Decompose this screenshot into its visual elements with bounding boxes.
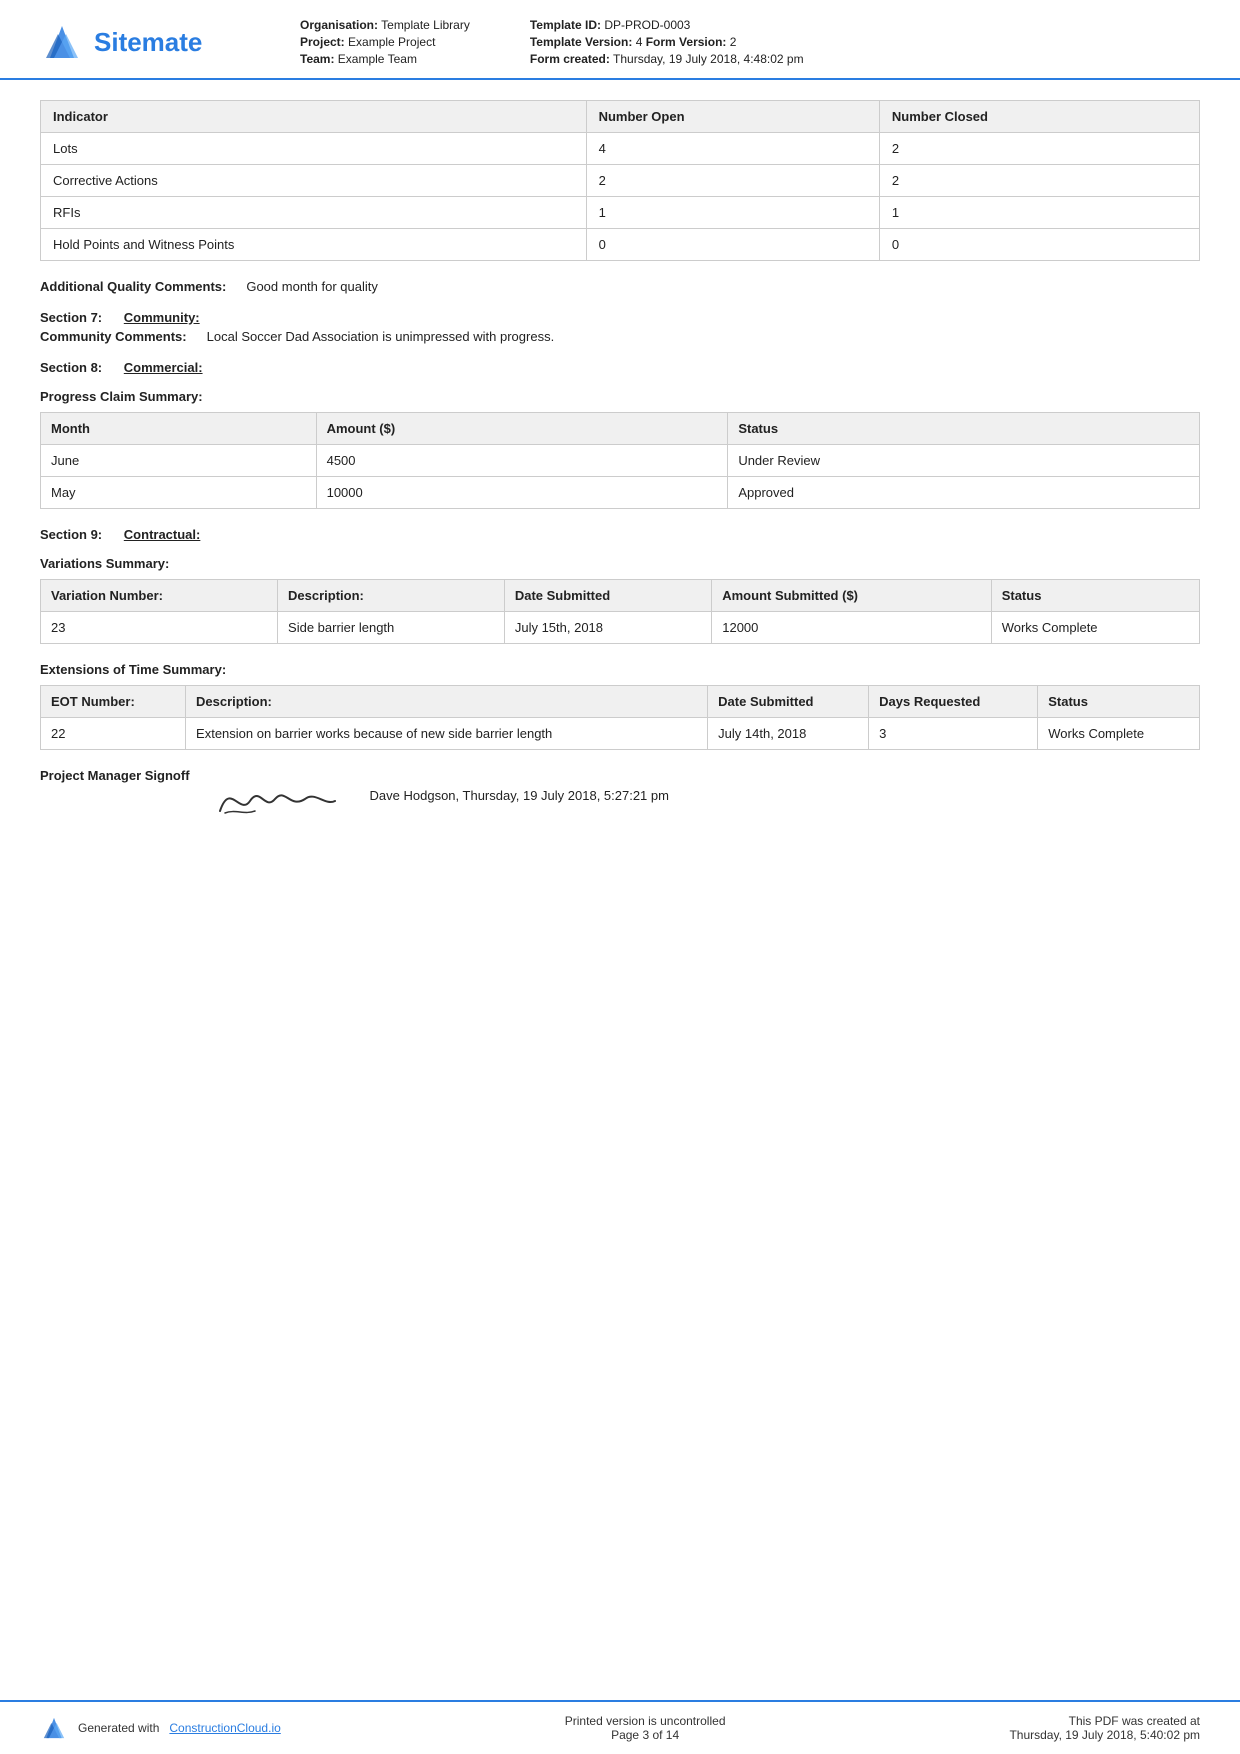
- logo-area: Sitemate: [40, 20, 260, 64]
- indicator-cell: RFIs: [41, 197, 587, 229]
- progress-claim-table: Month Amount ($) Status June 4500 Under …: [40, 412, 1200, 509]
- closed-cell: 0: [879, 229, 1199, 261]
- indicator-cell: Corrective Actions: [41, 165, 587, 197]
- additional-quality-value: Good month for quality: [246, 279, 1200, 294]
- team-line: Team: Example Team: [300, 52, 470, 66]
- footer-right: This PDF was created at Thursday, 19 Jul…: [1009, 1714, 1200, 1742]
- eot-status-header: Status: [1038, 686, 1200, 718]
- status-cell: Approved: [728, 477, 1200, 509]
- logo-text: Sitemate: [94, 27, 202, 58]
- footer-link[interactable]: ConstructionCloud.io: [169, 1721, 280, 1735]
- footer-center: Printed version is uncontrolled Page 3 o…: [565, 1714, 726, 1742]
- indicator-cell: Hold Points and Witness Points: [41, 229, 587, 261]
- var-status-header: Status: [991, 580, 1199, 612]
- eot-title: Extensions of Time Summary:: [40, 662, 1200, 677]
- var-date-cell: July 15th, 2018: [504, 612, 711, 644]
- template-id-line: Template ID: DP-PROD-0003: [530, 18, 804, 32]
- footer-logo-icon: [40, 1714, 68, 1742]
- table-row: RFIs 1 1: [41, 197, 1200, 229]
- eot-date-header: Date Submitted: [708, 686, 869, 718]
- section8-header: Section 8: Commercial:: [40, 360, 1200, 375]
- closed-cell: 2: [879, 133, 1199, 165]
- footer-pdf-date: Thursday, 19 July 2018, 5:40:02 pm: [1009, 1728, 1200, 1742]
- status-cell: Under Review: [728, 445, 1200, 477]
- footer-left: Generated with ConstructionCloud.io: [40, 1714, 281, 1742]
- footer-page: Page 3 of 14: [565, 1728, 726, 1742]
- var-date-header: Date Submitted: [504, 580, 711, 612]
- indicator-table: Indicator Number Open Number Closed Lots…: [40, 100, 1200, 261]
- table-row: May 10000 Approved: [41, 477, 1200, 509]
- table-row: 22 Extension on barrier works because of…: [41, 718, 1200, 750]
- signature-image: [210, 768, 350, 828]
- number-open-col-header: Number Open: [586, 101, 879, 133]
- sitemate-logo-icon: [40, 20, 84, 64]
- eot-days-header: Days Requested: [869, 686, 1038, 718]
- community-comments-label: Community Comments:: [40, 329, 207, 344]
- variations-title: Variations Summary:: [40, 556, 1200, 571]
- signoff-label: Project Manager Signoff: [40, 768, 210, 783]
- org-line: Organisation: Template Library: [300, 18, 470, 32]
- var-num-header: Variation Number:: [41, 580, 278, 612]
- signoff-value: Dave Hodgson, Thursday, 19 July 2018, 5:…: [350, 768, 669, 803]
- form-created-line: Form created: Thursday, 19 July 2018, 4:…: [530, 52, 804, 66]
- project-line: Project: Example Project: [300, 35, 470, 49]
- eot-days-cell: 3: [869, 718, 1038, 750]
- var-amount-header: Amount Submitted ($): [712, 580, 991, 612]
- var-desc-cell: Side barrier length: [278, 612, 505, 644]
- table-row: Corrective Actions 2 2: [41, 165, 1200, 197]
- additional-quality-row: Additional Quality Comments: Good month …: [40, 279, 1200, 294]
- eot-num-header: EOT Number:: [41, 686, 186, 718]
- header: Sitemate Organisation: Template Library …: [0, 0, 1240, 80]
- signoff-row: Project Manager Signoff Dave Hodgson, Th…: [40, 768, 1200, 828]
- indicator-cell: Lots: [41, 133, 587, 165]
- open-cell: 1: [586, 197, 879, 229]
- status-col-header: Status: [728, 413, 1200, 445]
- additional-quality-label: Additional Quality Comments:: [40, 279, 246, 294]
- eot-status-cell: Works Complete: [1038, 718, 1200, 750]
- section9-header: Section 9: Contractual:: [40, 527, 1200, 542]
- var-desc-header: Description:: [278, 580, 505, 612]
- open-cell: 2: [586, 165, 879, 197]
- header-meta-left: Organisation: Template Library Project: …: [300, 18, 470, 66]
- template-version-line: Template Version: 4 Form Version: 2: [530, 35, 804, 49]
- eot-date-cell: July 14th, 2018: [708, 718, 869, 750]
- main-content: Indicator Number Open Number Closed Lots…: [0, 80, 1240, 848]
- open-cell: 0: [586, 229, 879, 261]
- progress-claim-title: Progress Claim Summary:: [40, 389, 1200, 404]
- month-cell: May: [41, 477, 317, 509]
- table-row: 23 Side barrier length July 15th, 2018 1…: [41, 612, 1200, 644]
- table-row: Lots 4 2: [41, 133, 1200, 165]
- eot-table: EOT Number: Description: Date Submitted …: [40, 685, 1200, 750]
- var-num-cell: 23: [41, 612, 278, 644]
- table-row: Hold Points and Witness Points 0 0: [41, 229, 1200, 261]
- indicator-col-header: Indicator: [41, 101, 587, 133]
- open-cell: 4: [586, 133, 879, 165]
- var-amount-cell: 12000: [712, 612, 991, 644]
- eot-desc-cell: Extension on barrier works because of ne…: [186, 718, 708, 750]
- closed-cell: 1: [879, 197, 1199, 229]
- variations-table: Variation Number: Description: Date Subm…: [40, 579, 1200, 644]
- header-meta-right: Template ID: DP-PROD-0003 Template Versi…: [530, 18, 804, 66]
- table-row: June 4500 Under Review: [41, 445, 1200, 477]
- month-cell: June: [41, 445, 317, 477]
- amount-col-header: Amount ($): [316, 413, 728, 445]
- signature-svg: [210, 771, 340, 826]
- var-status-cell: Works Complete: [991, 612, 1199, 644]
- footer-generated-text: Generated with: [78, 1721, 159, 1735]
- community-comments-value: Local Soccer Dad Association is unimpres…: [207, 329, 1200, 344]
- footer-uncontrolled: Printed version is uncontrolled: [565, 1714, 726, 1728]
- header-meta: Organisation: Template Library Project: …: [260, 18, 1200, 66]
- community-comments-row: Community Comments: Local Soccer Dad Ass…: [40, 329, 1200, 344]
- month-col-header: Month: [41, 413, 317, 445]
- amount-cell: 4500: [316, 445, 728, 477]
- number-closed-col-header: Number Closed: [879, 101, 1199, 133]
- eot-desc-header: Description:: [186, 686, 708, 718]
- eot-num-cell: 22: [41, 718, 186, 750]
- footer: Generated with ConstructionCloud.io Prin…: [0, 1700, 1240, 1754]
- amount-cell: 10000: [316, 477, 728, 509]
- footer-pdf-created: This PDF was created at: [1009, 1714, 1200, 1728]
- closed-cell: 2: [879, 165, 1199, 197]
- section7-header: Section 7: Community:: [40, 310, 1200, 325]
